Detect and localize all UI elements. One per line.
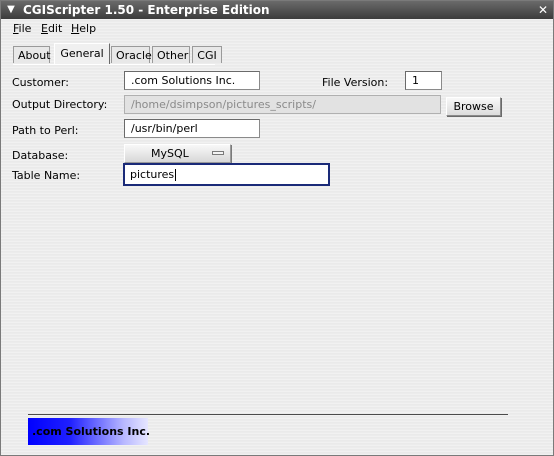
output-directory-input: /home/dsimpson/pictures_scripts/ <box>124 95 441 114</box>
text-caret <box>175 169 177 181</box>
menu-file[interactable]: File <box>13 20 31 38</box>
close-icon[interactable]: ✕ <box>535 2 551 18</box>
tab-cgi[interactable]: CGI <box>192 46 222 63</box>
file-version-label: File Version: <box>322 76 389 89</box>
output-directory-label: Output Directory: <box>12 98 108 111</box>
database-select[interactable]: MySQL <box>124 144 231 163</box>
title-bar[interactable]: ▼ CGIScripter 1.50 - Enterprise Edition … <box>1 1 553 19</box>
table-name-label: Table Name: <box>12 169 81 182</box>
customer-input[interactable]: .com Solutions Inc. <box>124 71 260 90</box>
company-logo: .com Solutions Inc. <box>28 418 150 445</box>
browse-button[interactable]: Browse <box>446 97 501 116</box>
customer-label: Customer: <box>12 76 69 89</box>
table-name-value: pictures <box>130 168 175 181</box>
menu-edit-mnemonic: E <box>41 22 48 35</box>
tab-other[interactable]: Other <box>152 46 190 63</box>
menu-help-label: elp <box>79 22 97 35</box>
menu-edit-label: dit <box>47 22 63 35</box>
database-select-value: MySQL <box>151 147 189 160</box>
menu-edit[interactable]: Edit <box>41 20 62 38</box>
menu-file-label: ile <box>18 22 32 35</box>
tab-divider <box>13 64 215 65</box>
option-menu-indicator-icon <box>212 151 224 155</box>
file-version-input[interactable]: 1 <box>405 71 442 90</box>
path-to-perl-label: Path to Perl: <box>12 124 79 137</box>
menu-bar: File Edit Help <box>1 20 553 38</box>
menu-help[interactable]: Help <box>71 20 96 38</box>
window-title: CGIScripter 1.50 - Enterprise Edition <box>23 3 270 17</box>
tab-about[interactable]: About <box>13 46 51 63</box>
tab-oracle[interactable]: Oracle <box>111 46 152 63</box>
footer-divider <box>28 414 508 415</box>
table-name-input[interactable]: pictures <box>123 163 330 186</box>
app-window: ▼ CGIScripter 1.50 - Enterprise Edition … <box>0 0 554 456</box>
tab-general[interactable]: General <box>54 43 110 64</box>
chevron-down-icon[interactable]: ▼ <box>3 2 19 18</box>
path-to-perl-input[interactable]: /usr/bin/perl <box>124 119 260 138</box>
database-label: Database: <box>12 149 69 162</box>
